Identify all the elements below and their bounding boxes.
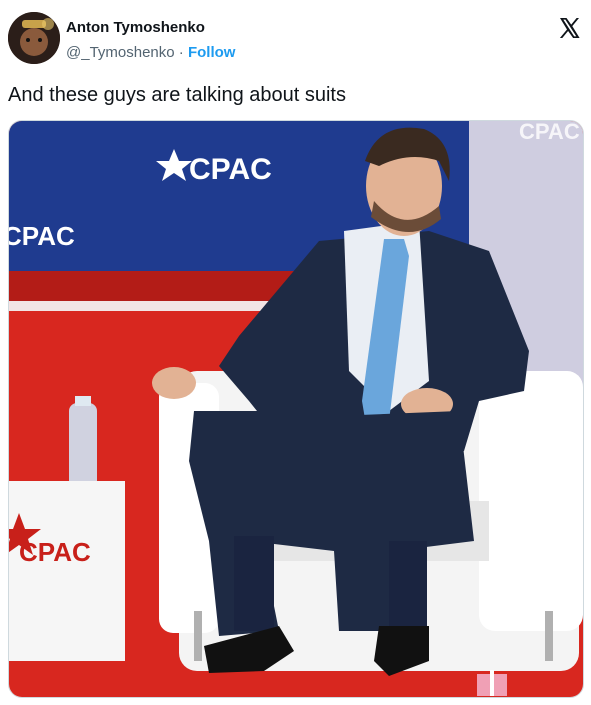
tweet-text: And these guys are talking about suits [8, 84, 346, 106]
tweet-header: Anton Tymoshenko @_Tymoshenko · Follow [8, 12, 583, 66]
cpac-backdrop-text-1: CPAC [189, 153, 272, 186]
follow-button[interactable]: Follow [188, 44, 236, 61]
author-display-name[interactable]: Anton Tymoshenko [66, 19, 205, 36]
cpac-wall-text: CPAC [519, 121, 580, 144]
author-handle-row: @_Tymoshenko · Follow [66, 44, 235, 61]
author-handle[interactable]: @_Tymoshenko [66, 44, 175, 61]
author-avatar[interactable] [8, 12, 60, 64]
x-logo-icon[interactable] [557, 16, 581, 40]
separator-dot: · [178, 44, 184, 61]
tweet-media-photo[interactable]: CPAC CPAC CPAC CPAC [8, 120, 584, 698]
cpac-backdrop-text-2: CPAC [9, 221, 75, 251]
tweet-card: Anton Tymoshenko @_Tymoshenko · Follow A… [0, 0, 591, 705]
